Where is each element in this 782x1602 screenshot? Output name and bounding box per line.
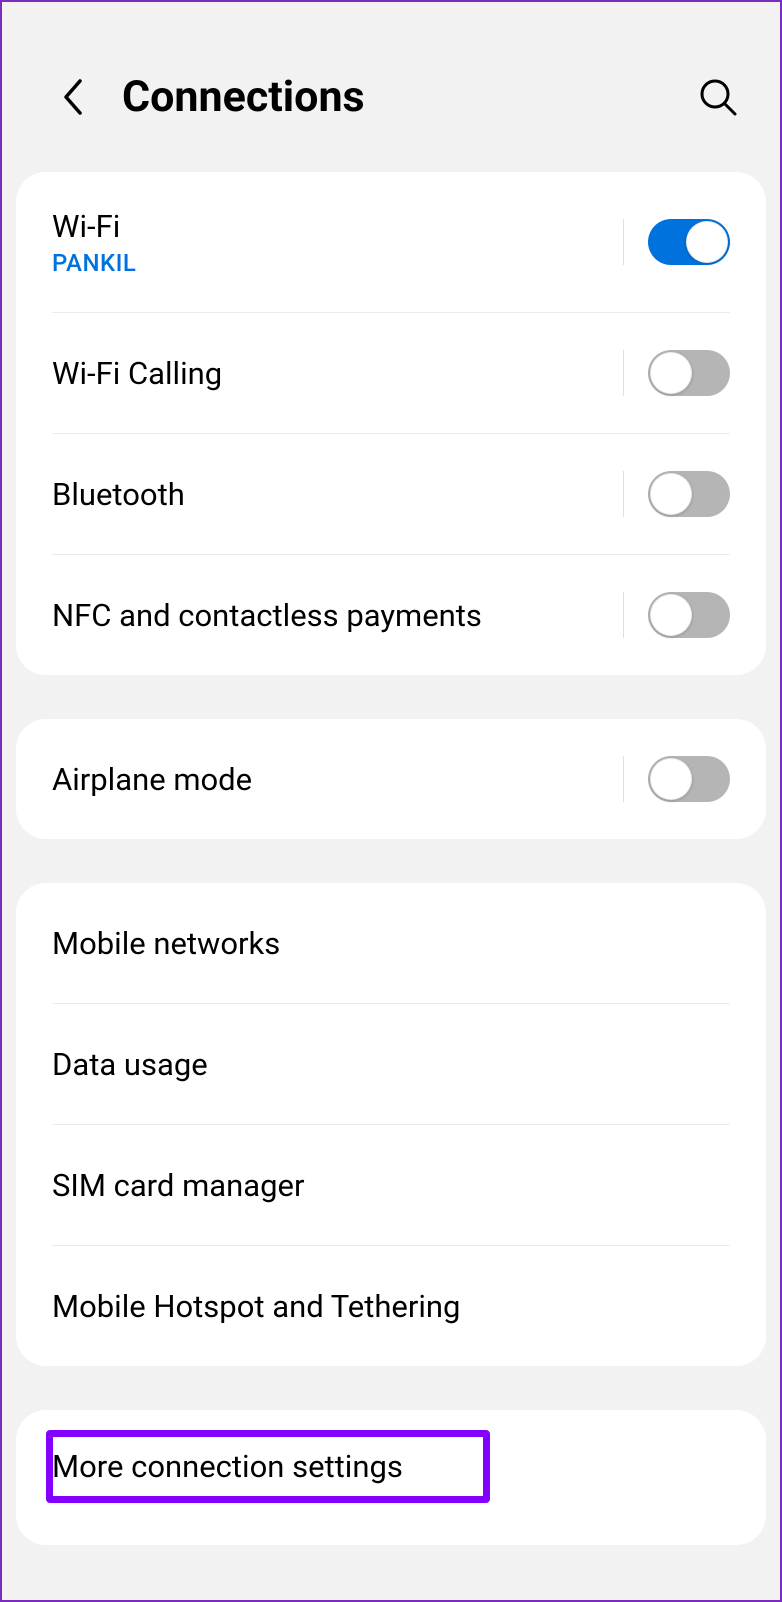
airplane-mode-toggle[interactable] xyxy=(648,756,730,802)
sim-card-manager-row[interactable]: SIM card manager xyxy=(16,1125,766,1245)
more-connection-settings-row[interactable]: More connection settings xyxy=(16,1448,766,1485)
wifi-calling-toggle[interactable] xyxy=(648,350,730,396)
divider xyxy=(623,219,624,265)
row-text: NFC and contactless payments xyxy=(52,597,623,634)
nfc-row[interactable]: NFC and contactless payments xyxy=(16,555,766,675)
wifi-calling-label: Wi-Fi Calling xyxy=(52,355,623,392)
toggle-knob xyxy=(650,352,692,394)
row-text: Data usage xyxy=(52,1046,730,1083)
page-title: Connections xyxy=(122,72,666,122)
nfc-label: NFC and contactless payments xyxy=(52,597,623,634)
mobile-hotspot-row[interactable]: Mobile Hotspot and Tethering xyxy=(16,1246,766,1366)
bluetooth-toggle[interactable] xyxy=(648,471,730,517)
data-usage-label: Data usage xyxy=(52,1046,730,1083)
divider xyxy=(623,350,624,396)
airplane-mode-row[interactable]: Airplane mode xyxy=(16,719,766,839)
divider xyxy=(623,756,624,802)
nfc-toggle[interactable] xyxy=(648,592,730,638)
mobile-networks-label: Mobile networks xyxy=(52,925,730,962)
more-connection-settings-label: More connection settings xyxy=(52,1448,730,1485)
settings-group-3: Mobile networks Data usage SIM card mana… xyxy=(16,883,766,1366)
wifi-calling-row[interactable]: Wi-Fi Calling xyxy=(16,313,766,433)
divider xyxy=(623,471,624,517)
row-text: Mobile Hotspot and Tethering xyxy=(52,1288,730,1325)
row-text: Bluetooth xyxy=(52,476,623,513)
back-button[interactable] xyxy=(52,77,92,117)
wifi-row[interactable]: Wi-Fi PANKIL xyxy=(16,172,766,312)
sim-card-manager-label: SIM card manager xyxy=(52,1167,730,1204)
row-text: SIM card manager xyxy=(52,1167,730,1204)
toggle-knob xyxy=(650,758,692,800)
row-text: Wi-Fi PANKIL xyxy=(52,208,623,277)
row-text: Wi-Fi Calling xyxy=(52,355,623,392)
settings-group-4: More connection settings xyxy=(16,1410,766,1545)
row-text: Mobile networks xyxy=(52,925,730,962)
toggle-knob xyxy=(650,473,692,515)
toggle-knob xyxy=(686,221,728,263)
mobile-hotspot-label: Mobile Hotspot and Tethering xyxy=(52,1288,730,1325)
airplane-mode-label: Airplane mode xyxy=(52,761,623,798)
wifi-label: Wi-Fi xyxy=(52,208,623,245)
toggle-knob xyxy=(650,594,692,636)
wifi-toggle[interactable] xyxy=(648,219,730,265)
row-text: Airplane mode xyxy=(52,761,623,798)
bluetooth-label: Bluetooth xyxy=(52,476,623,513)
mobile-networks-row[interactable]: Mobile networks xyxy=(16,883,766,1003)
divider xyxy=(623,592,624,638)
bluetooth-row[interactable]: Bluetooth xyxy=(16,434,766,554)
settings-group-1: Wi-Fi PANKIL Wi-Fi Calling Bluetooth NFC… xyxy=(16,172,766,675)
chevron-left-icon xyxy=(60,77,84,117)
settings-group-2: Airplane mode xyxy=(16,719,766,839)
data-usage-row[interactable]: Data usage xyxy=(16,1004,766,1124)
search-button[interactable] xyxy=(696,75,740,119)
search-icon xyxy=(698,77,738,117)
row-text: More connection settings xyxy=(52,1448,730,1485)
wifi-network-name: PANKIL xyxy=(52,249,623,277)
header: Connections xyxy=(2,2,780,172)
